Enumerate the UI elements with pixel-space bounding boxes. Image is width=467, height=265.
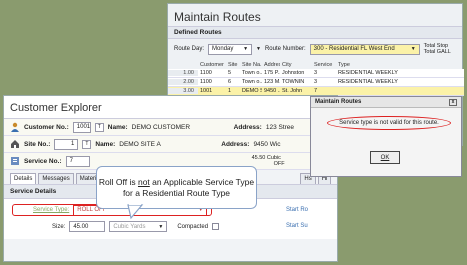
cell: DEMO S... xyxy=(242,88,262,94)
service-no-input[interactable]: 7 xyxy=(65,155,90,167)
chevron-down-icon: ▼ xyxy=(243,46,249,52)
cell: 2.00 xyxy=(168,79,198,85)
cell: 6 xyxy=(228,79,232,85)
cell: 5 xyxy=(228,70,232,76)
cell: 3 xyxy=(314,79,318,85)
col-header[interactable]: Customer xyxy=(198,62,226,68)
routes-filters: Route Day: Monday ▼ ▼ Route Number: 300 … xyxy=(168,39,462,59)
table-row[interactable]: 2.00 1100 6 Town o... 123 M... TOWNIN 3 … xyxy=(168,78,464,87)
cell: 175 P... xyxy=(264,70,280,76)
start-su-link[interactable]: Start Su xyxy=(286,223,308,229)
cell: 1001 xyxy=(200,88,213,94)
user-icon xyxy=(11,122,19,132)
col-header[interactable]: Service xyxy=(312,62,336,68)
cell: 1 xyxy=(228,88,232,94)
cell: Town o... xyxy=(242,79,262,85)
customer-address-label: Address: xyxy=(233,123,262,131)
compacted-label: Compacted xyxy=(177,223,209,230)
site-no-label: Site No.: xyxy=(24,140,51,148)
site-name-label: Name: xyxy=(95,140,116,148)
tab-details[interactable]: Details xyxy=(10,173,37,184)
customer-name-label: Name: xyxy=(107,123,128,131)
customer-no-label: Customer No.: xyxy=(24,123,69,131)
customer-address-value: 123 Stree xyxy=(265,123,295,131)
cell: 1100 xyxy=(200,70,212,76)
callout-emphasis: not xyxy=(137,176,150,187)
route-day-value: Monday xyxy=(212,46,234,52)
cell: RESIDENTIAL WEEKLY xyxy=(338,70,398,76)
cell: RESIDENTIAL WEEKLY xyxy=(338,79,398,85)
defined-routes-header: Defined Routes xyxy=(168,26,462,39)
cell: St. John xyxy=(282,88,303,94)
route-day-select[interactable]: Monday ▼ xyxy=(208,43,253,55)
routes-grid: Customer Site Site Na... Address City Se… xyxy=(168,60,464,96)
start-ro-link[interactable]: Start Ro xyxy=(286,207,308,213)
cell: Johnston xyxy=(282,70,305,76)
cell: Town o... xyxy=(242,70,262,76)
grid-header: Customer Site Site Na... Address City Se… xyxy=(168,60,464,69)
callout-pointer xyxy=(127,203,144,220)
house-icon xyxy=(11,140,19,148)
cell: 3 xyxy=(314,70,318,76)
site-address-label: Address: xyxy=(221,140,250,148)
cell: 123 M... xyxy=(264,79,280,85)
site-name-value: DEMO SITE A xyxy=(119,140,161,148)
cell: TOWNIN xyxy=(282,79,305,85)
callout-text: Roll Off is xyxy=(98,176,138,187)
col-header[interactable]: Site Na... xyxy=(240,62,262,68)
dialog-message: Service type is not valid for this route… xyxy=(327,116,451,130)
chevron-down-icon[interactable]: ▼ xyxy=(256,46,261,52)
service-no-label: Service No.: xyxy=(24,157,62,165)
route-number-value: 300 - Residential FL West End xyxy=(313,46,395,52)
cell: 9450 ... xyxy=(264,88,280,94)
dialog-titlebar: Maintain Routes x xyxy=(311,97,461,108)
callout-text: an Applicable Service Type xyxy=(149,176,255,187)
cell: 1100 xyxy=(200,79,212,85)
table-row[interactable]: 1.00 1100 5 Town o... 175 P... Johnston … xyxy=(168,69,464,78)
chevron-down-icon: ▼ xyxy=(410,46,416,52)
site-no-input[interactable]: 1 xyxy=(54,138,79,150)
routes-title: Maintain Routes xyxy=(174,10,261,24)
lookup-button[interactable]: T xyxy=(82,139,92,149)
cell: 1.00 xyxy=(168,70,198,76)
size-label: Size: xyxy=(52,223,66,230)
route-number-select[interactable]: 300 - Residential FL West End ▼ xyxy=(309,43,420,55)
service-summary-type: OFF xyxy=(273,161,285,167)
customer-no-input[interactable]: 1001 xyxy=(72,121,91,133)
site-address-value: 9450 Wic xyxy=(253,140,281,148)
service-summary: 45.50 Cubic OFF xyxy=(252,155,285,167)
compacted-checkbox[interactable] xyxy=(212,223,220,230)
route-day-label: Route Day: xyxy=(174,46,205,52)
total-gall-label: Total GALL xyxy=(423,49,451,55)
close-icon[interactable]: x xyxy=(449,98,457,106)
cell: 3.00 xyxy=(168,88,198,94)
route-number-label: Route Number: xyxy=(264,46,306,52)
ok-button[interactable]: OK xyxy=(370,151,400,164)
callout-line1: Roll Off is not an Applicable Service Ty… xyxy=(99,177,254,188)
site-row: Site No.: 1 T Name: DEMO SITE A Address:… xyxy=(4,136,337,153)
unit-select[interactable]: Cubic Yards ▼ xyxy=(109,221,168,232)
callout-line2: for a Residential Route Type xyxy=(122,187,231,198)
size-input[interactable]: 45.00 xyxy=(69,221,106,232)
cell: 7 xyxy=(314,88,318,94)
col-header[interactable]: Address xyxy=(262,62,280,68)
customer-row: Customer No.: 1001 T Name: DEMO CUSTOMER… xyxy=(4,119,337,136)
chevron-down-icon: ▼ xyxy=(158,223,164,230)
document-icon xyxy=(11,157,19,165)
col-header[interactable]: Site xyxy=(226,62,240,68)
unit-value: Cubic Yards xyxy=(113,223,146,230)
customer-name-value: DEMO CUSTOMER xyxy=(131,123,191,131)
col-header[interactable]: City xyxy=(280,62,312,68)
lookup-button[interactable]: T xyxy=(94,122,104,132)
error-dialog: Maintain Routes x Service type is not va… xyxy=(310,96,462,177)
totals: Total Stop Total GALL xyxy=(424,43,451,55)
callout-annotation: Roll Off is not an Applicable Service Ty… xyxy=(96,166,257,209)
size-row: Size: 45.00 Cubic Yards ▼ Compacted xyxy=(52,221,220,232)
service-type-label: Service Type: xyxy=(33,207,70,213)
tab-messages[interactable]: Messages xyxy=(38,173,74,184)
dialog-title: Maintain Routes xyxy=(315,99,362,105)
explorer-title: Customer Explorer xyxy=(4,96,337,119)
col-header[interactable]: Type xyxy=(336,62,406,68)
